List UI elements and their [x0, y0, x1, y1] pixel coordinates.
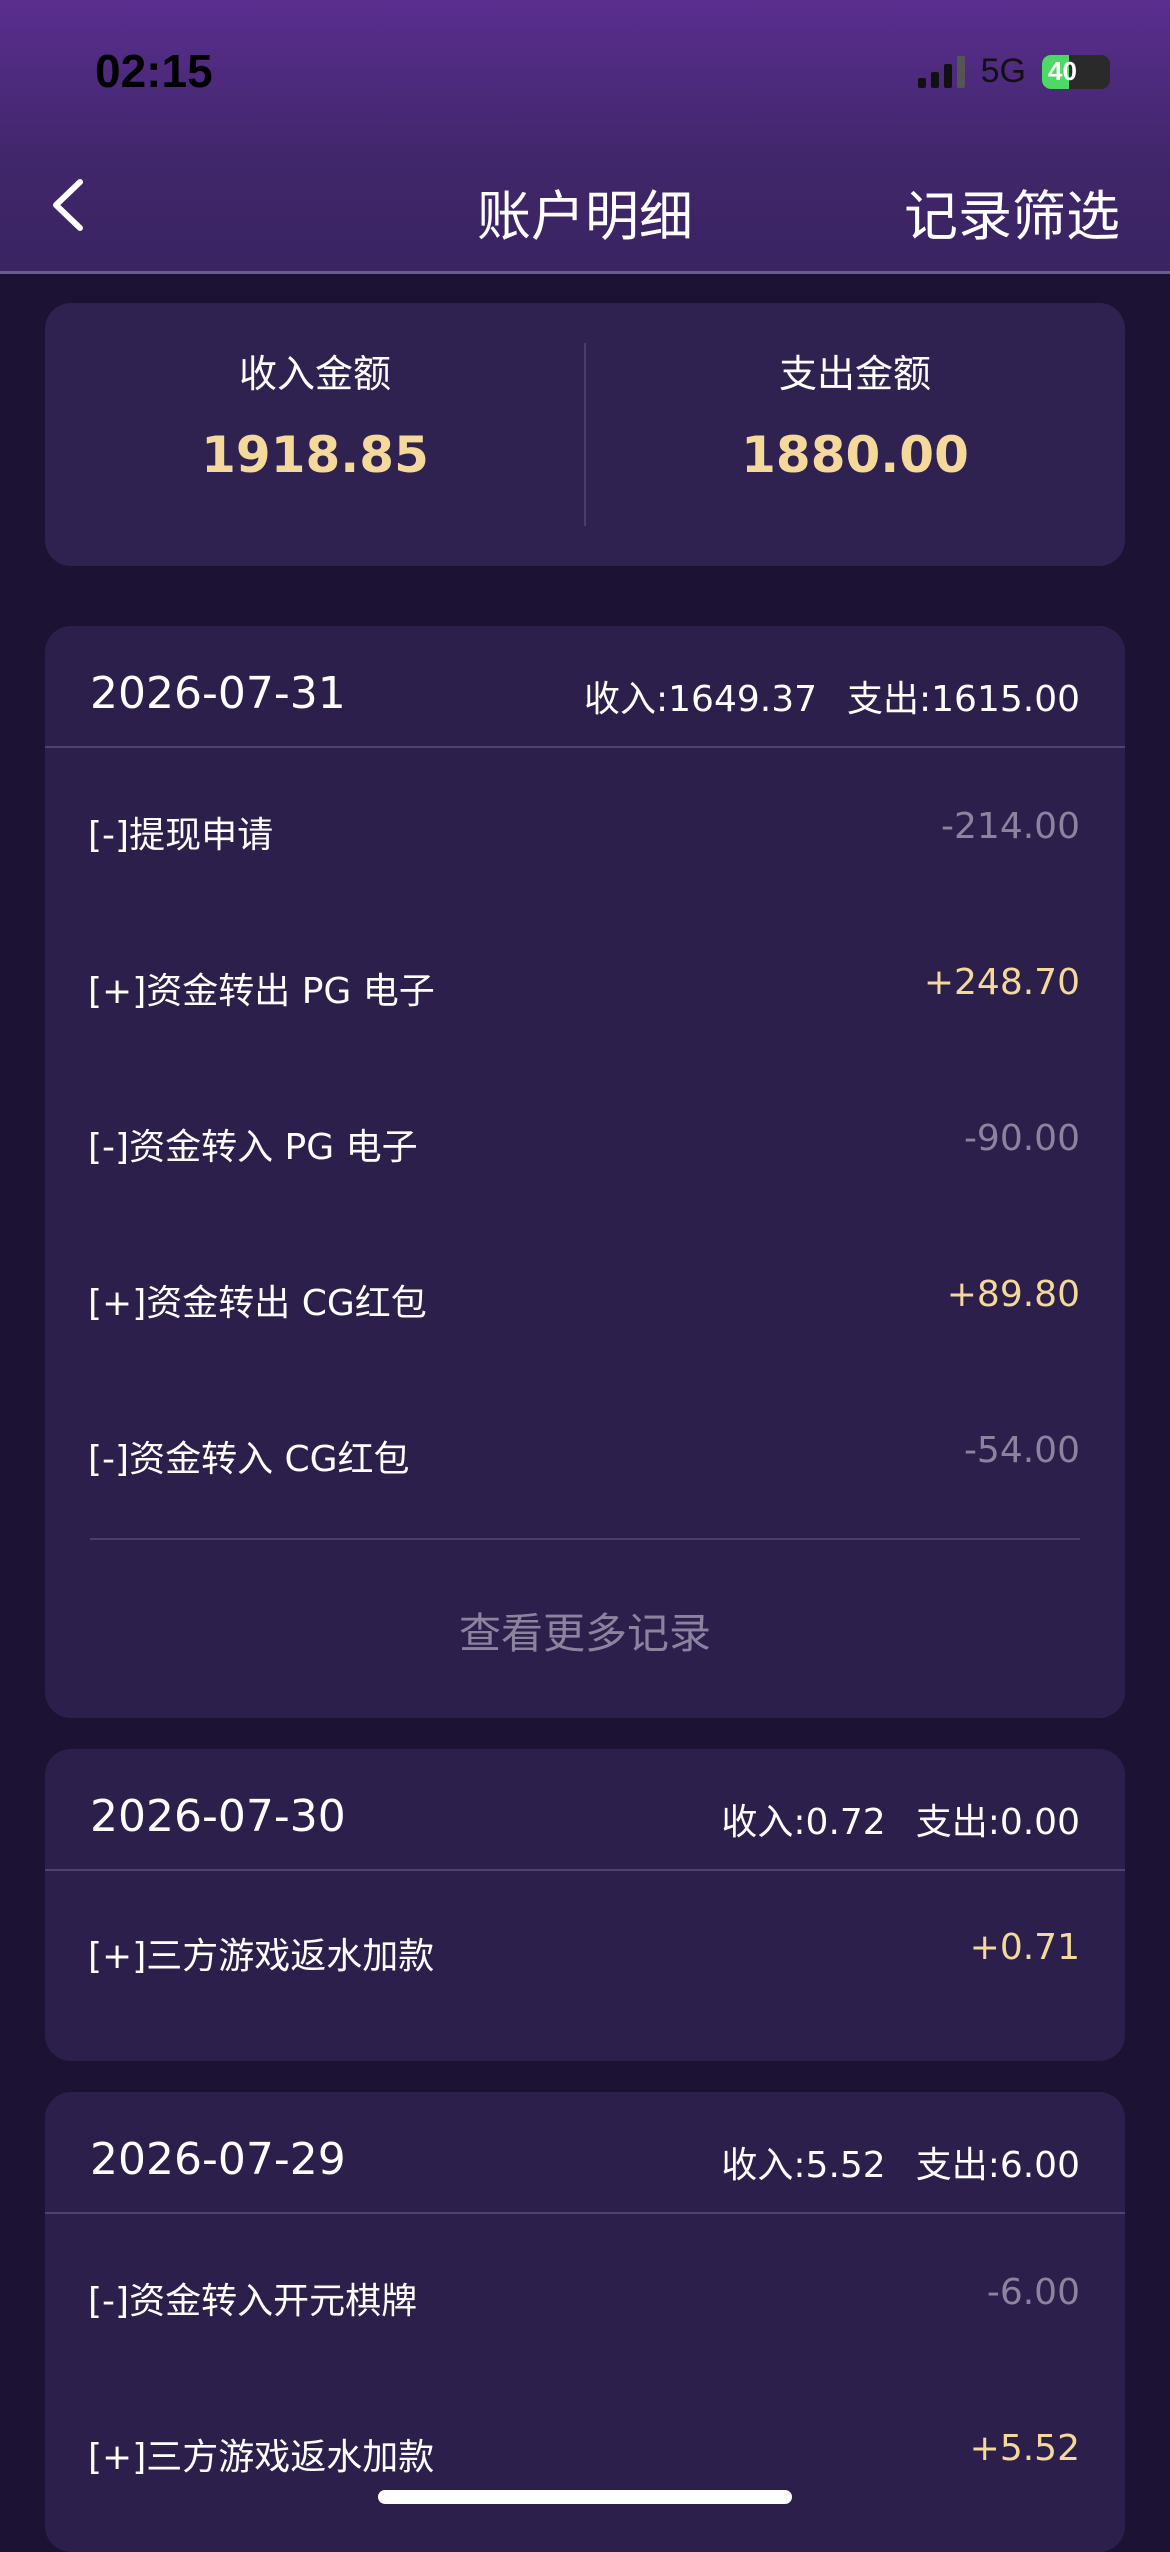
- battery-level: 40: [1048, 56, 1077, 86]
- day-expense: 支出:6.00: [915, 2145, 1080, 2186]
- transaction-label: [-]资金转入 CG红包: [88, 1439, 410, 1480]
- day-totals: 收入:5.52 支出:6.00: [721, 2136, 1080, 2188]
- transaction-label: [-]资金转入 PG 电子: [88, 1127, 418, 1168]
- home-indicator: [378, 2490, 792, 2504]
- header-bar: 02:15 5G 40 账户明细 记录筛选: [0, 0, 1170, 274]
- transaction-row[interactable]: [+]资金转出 PG 电子 +248.70: [45, 904, 1125, 1060]
- transaction-amount: +248.70: [923, 962, 1080, 1003]
- transaction-row[interactable]: [-]资金转入 PG 电子 -90.00: [45, 1060, 1125, 1216]
- day-totals: 收入:0.72 支出:0.00: [721, 1793, 1080, 1845]
- transaction-amount: +5.52: [969, 2428, 1080, 2469]
- transaction-label: [-]提现申请: [88, 815, 274, 856]
- expense-label: 支出金额: [778, 352, 931, 396]
- transaction-amount: -54.00: [963, 1430, 1080, 1471]
- transaction-label: [+]资金转出 CG红包: [88, 1283, 427, 1324]
- day-totals: 收入:1649.37 支出:1615.00: [584, 670, 1080, 722]
- transaction-label: [+]资金转出 PG 电子: [88, 971, 435, 1012]
- network-label: 5G: [980, 52, 1026, 90]
- day-income: 收入:5.52: [721, 2145, 886, 2186]
- transaction-amount: -214.00: [941, 806, 1080, 847]
- transaction-amount: -90.00: [963, 1118, 1080, 1159]
- transaction-label: [+]三方游戏返水加款: [88, 2437, 435, 2478]
- transaction-row[interactable]: [-]资金转入 CG红包 -54.00: [45, 1372, 1125, 1528]
- day-expense: 支出:0.00: [915, 1802, 1080, 1843]
- status-time: 02:15: [95, 45, 213, 97]
- day-header: 2026-07-31 收入:1649.37 支出:1615.00: [45, 626, 1125, 748]
- day-card: 2026-07-29 收入:5.52 支出:6.00 [-]资金转入开元棋牌 -…: [45, 2092, 1125, 2552]
- signal-icon: [917, 55, 965, 88]
- day-income: 收入:0.72: [721, 1802, 886, 1843]
- transaction-amount: +0.71: [969, 1927, 1080, 1968]
- day-card: 2026-07-30 收入:0.72 支出:0.00 [+]三方游戏返水加款 +…: [45, 1749, 1125, 2061]
- day-header: 2026-07-30 收入:0.72 支出:0.00: [45, 1749, 1125, 1871]
- expense-value: 1880.00: [741, 426, 969, 484]
- filter-button[interactable]: 记录筛选: [904, 172, 1120, 251]
- income-value: 1918.85: [201, 426, 429, 484]
- day-date: 2026-07-31: [90, 668, 346, 719]
- income-summary: 收入金额 1918.85: [45, 343, 585, 484]
- transaction-row[interactable]: [-]资金转入开元棋牌 -6.00: [45, 2214, 1125, 2370]
- list-divider: [90, 1538, 1080, 1540]
- day-date: 2026-07-29: [90, 2134, 346, 2185]
- transaction-amount: -6.00: [986, 2272, 1080, 2313]
- transaction-amount: +89.80: [946, 1274, 1080, 1315]
- day-expense: 支出:1615.00: [847, 679, 1080, 720]
- transaction-label: [+]三方游戏返水加款: [88, 1936, 435, 1977]
- day-date: 2026-07-30: [90, 1791, 346, 1842]
- transaction-row[interactable]: [+]三方游戏返水加款 +0.71: [45, 1871, 1125, 2027]
- transaction-label: [-]资金转入开元棋牌: [88, 2281, 418, 2322]
- view-more-button[interactable]: 查看更多记录: [45, 1600, 1125, 1661]
- transaction-row[interactable]: [+]资金转出 CG红包 +89.80: [45, 1216, 1125, 1372]
- day-income: 收入:1649.37: [584, 679, 817, 720]
- battery-icon: 40: [1042, 54, 1110, 89]
- day-card: 2026-07-31 收入:1649.37 支出:1615.00 [-]提现申请…: [45, 626, 1125, 1718]
- status-icons: 5G 40: [917, 52, 1110, 91]
- transaction-row[interactable]: [-]提现申请 -214.00: [45, 748, 1125, 904]
- summary-card: 收入金额 1918.85 支出金额 1880.00: [45, 303, 1125, 566]
- income-label: 收入金额: [238, 352, 391, 396]
- day-header: 2026-07-29 收入:5.52 支出:6.00: [45, 2092, 1125, 2214]
- expense-summary: 支出金额 1880.00: [585, 343, 1125, 484]
